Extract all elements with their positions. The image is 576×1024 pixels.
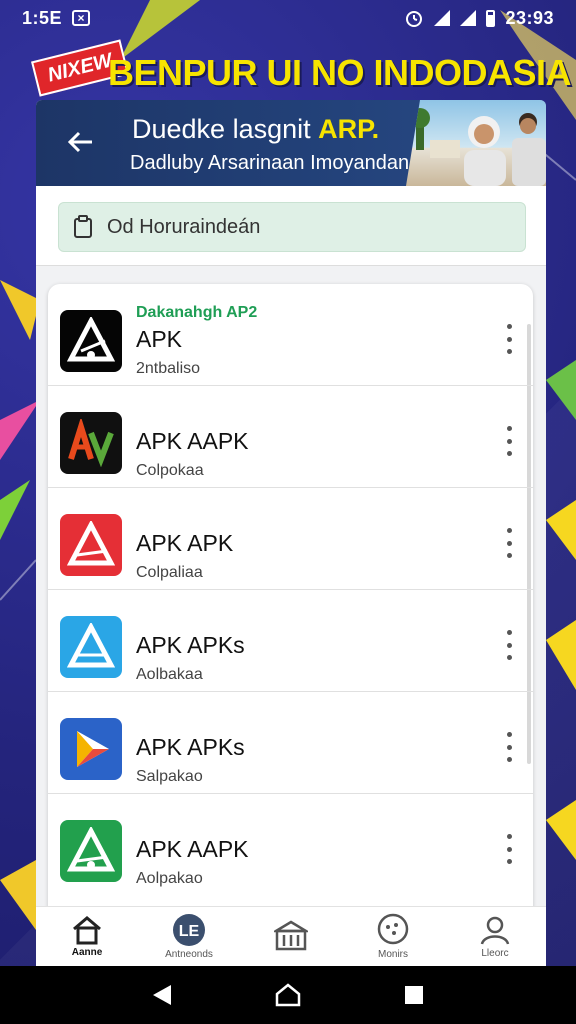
search-area: Od Horuraindeán (36, 186, 546, 266)
clipboard-icon (74, 215, 92, 238)
app-subtitle: Colpokaa (136, 462, 204, 479)
nav-bank[interactable] (241, 920, 341, 954)
header-photo (406, 100, 546, 186)
back-arrow-icon (67, 131, 92, 153)
app-name: APK APKs (136, 632, 245, 658)
app-header: Duedke lasgnit ARP. Dadluby Arsarinaan I… (36, 100, 546, 186)
more-options-button[interactable] (499, 732, 519, 762)
system-recents-icon[interactable] (403, 984, 425, 1006)
back-button[interactable] (60, 122, 100, 162)
list-item[interactable]: APK AAPK Aolpakao (48, 794, 533, 896)
list-item[interactable]: APK APKs Aolbakaa (48, 590, 533, 692)
more-options-button[interactable] (499, 528, 519, 558)
system-home-icon[interactable] (274, 982, 302, 1008)
app-name: APK (136, 326, 183, 352)
app-list: Dakanahgh AP2 APK 2ntbaliso APK AAPK Col… (48, 284, 533, 966)
chat-bubble-icon (377, 913, 409, 945)
search-input[interactable]: Od Horuraindeán (58, 202, 526, 252)
status-time: 1:5E (22, 7, 63, 28)
profile-icon (480, 916, 510, 945)
apk-triangle-green-icon (60, 820, 122, 882)
app-subtitle: Salpakao (136, 768, 203, 785)
apk-triangle-black-icon (60, 310, 122, 372)
apk-triangle-blue-icon (60, 616, 122, 678)
more-options-button[interactable] (499, 426, 519, 456)
cell-signal-icon (460, 10, 477, 26)
bank-icon (274, 920, 308, 950)
app-subtitle: Aolpakao (136, 870, 203, 887)
app-name: APK AAPK (136, 836, 249, 862)
banner-title: BENPUR UI NO INDODASIA (108, 52, 572, 93)
list-item[interactable]: APK APKs Salpakao (48, 692, 533, 794)
app-name: APK AAPK (136, 428, 249, 454)
search-value: Od Horuraindeán (107, 215, 261, 238)
list-item[interactable]: APK AAPK Colpokaa (48, 386, 533, 488)
nav-profile[interactable]: Lleorc (445, 914, 545, 959)
header-title: Duedke lasgnit ARP. (132, 114, 379, 145)
nav-home[interactable]: Aanne (37, 915, 137, 958)
list-item[interactable]: Dakanahgh AP2 APK 2ntbaliso (48, 284, 533, 386)
nav-profile-label: Lleorc (481, 948, 509, 959)
play-store-icon (60, 718, 122, 780)
bottom-navigation: Aanne LE Antneonds Monirs Lleorc (36, 906, 546, 966)
battery-icon (486, 9, 496, 27)
promo-banner: NIXEW BENPUR UI NO INDODASIA (24, 39, 572, 102)
list-item[interactable]: APK APK Colpaliaa (48, 488, 533, 590)
app-subtitle: Colpaliaa (136, 564, 203, 581)
more-options-button[interactable] (499, 834, 519, 864)
wifi-signal-icon (434, 10, 451, 26)
app-window: Duedke lasgnit ARP. Dadluby Arsarinaan I… (36, 100, 546, 966)
apk-triangle-red-icon (60, 514, 122, 576)
more-options-button[interactable] (499, 630, 519, 660)
header-subtitle: Dadluby Arsarinaan Imoyandan (130, 152, 410, 174)
status-right-time: 23:93 (505, 7, 554, 28)
system-navigation-bar (0, 966, 576, 1024)
nav-home-label: Aanne (71, 947, 103, 958)
system-back-icon[interactable] (151, 983, 173, 1007)
section-label: Dakanahgh AP2 (136, 304, 258, 321)
nav-apps-label: Antneonds (165, 949, 213, 960)
nav-apps[interactable]: LE Antneonds (139, 913, 239, 960)
app-name: APK APK (136, 530, 234, 556)
svg-text:LE: LE (179, 923, 200, 940)
status-bar: 1:5E × 23:93 (0, 0, 576, 36)
header-title-main: Duedke lasgnit (132, 114, 319, 144)
more-options-button[interactable] (499, 324, 519, 354)
app-subtitle: Aolbakaa (136, 666, 203, 683)
app-name: APK APKs (136, 734, 245, 760)
people-photo-image (410, 108, 546, 186)
nav-messages[interactable]: Monirs (343, 913, 443, 960)
alarm-icon (406, 11, 423, 27)
notification-icon: × (72, 10, 91, 26)
apps-badge-icon: LE (173, 914, 205, 946)
app-subtitle: 2ntbaliso (136, 360, 201, 377)
nav-messages-label: Monirs (377, 949, 408, 960)
header-title-accent: ARP. (318, 114, 380, 144)
av-logo-icon (60, 412, 122, 474)
home-icon (73, 916, 101, 945)
